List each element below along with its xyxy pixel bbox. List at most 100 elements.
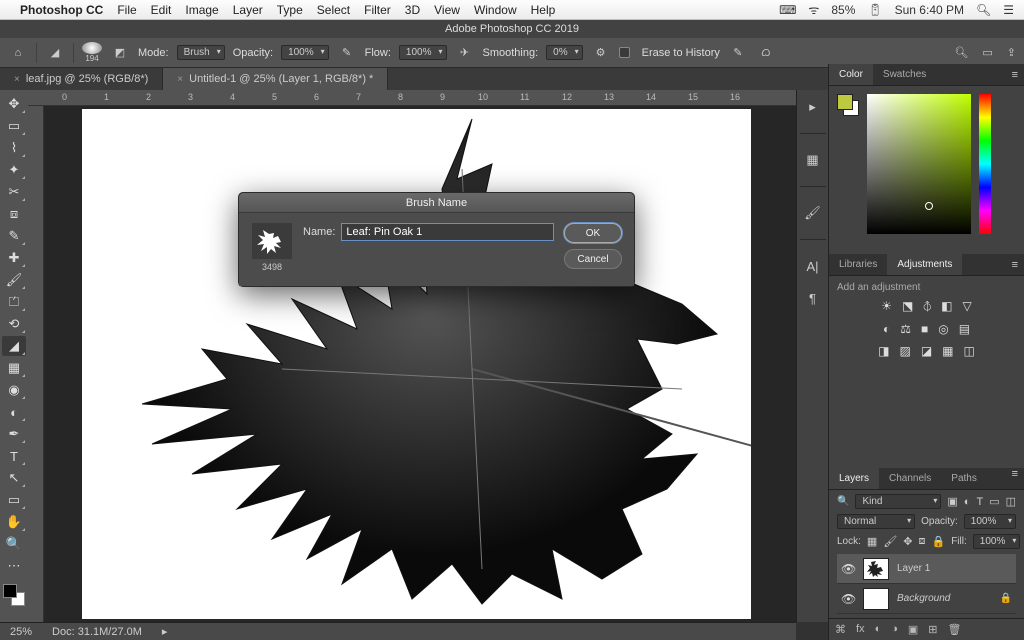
zoom-level[interactable]: 25% [10, 626, 32, 638]
tab-untitled[interactable]: ×Untitled-1 @ 25% (Layer 1, RGB/8*) * [163, 68, 388, 90]
eyedropper-tool[interactable]: ✎ [2, 226, 26, 246]
doc-size[interactable]: Doc: 31.1M/27.0M [52, 626, 142, 638]
pressure-opacity-icon[interactable]: ✎ [337, 43, 357, 63]
workspace-icon[interactable]: ▭ [982, 46, 992, 59]
smoothing-gear-icon[interactable]: ⚙ [591, 43, 611, 63]
opacity-dropdown[interactable]: 100% [281, 45, 329, 60]
color-swatches[interactable] [3, 584, 25, 606]
eraser-icon[interactable]: ◢ [45, 43, 65, 63]
path-select-tool[interactable]: ↖ [2, 468, 26, 488]
panel-menu-icon[interactable]: ≡ [1006, 64, 1024, 85]
lock-nest-icon[interactable]: ⧈ [919, 535, 926, 548]
fx-icon[interactable]: fx [856, 623, 865, 636]
posterize-icon[interactable]: ▨ [899, 344, 910, 358]
visibility-icon[interactable]: 👁 [841, 592, 855, 606]
tab-channels[interactable]: Channels [879, 468, 941, 489]
menu-app[interactable]: Photoshop CC [20, 3, 103, 17]
marquee-tool[interactable]: ▭ [2, 116, 26, 136]
menu-3d[interactable]: 3D [405, 3, 420, 17]
menu-type[interactable]: Type [277, 3, 303, 17]
lock-trans-icon[interactable]: ▦ [867, 535, 877, 548]
layer-opacity-dropdown[interactable]: 100% [964, 514, 1016, 529]
brush-name-input[interactable] [341, 223, 554, 241]
shape-tool[interactable]: ▭ [2, 490, 26, 510]
spotlight-icon[interactable]: 🔍︎ [976, 3, 991, 17]
menu-help[interactable]: Help [531, 3, 556, 17]
tab-swatches[interactable]: Swatches [873, 64, 936, 85]
close-icon[interactable]: × [177, 74, 183, 85]
filter-smart-icon[interactable]: ◫ [1006, 495, 1016, 508]
lock-paint-icon[interactable]: 🖌 [883, 535, 897, 548]
dodge-tool[interactable]: ◐ [2, 402, 26, 422]
move-tool[interactable]: ✥ [2, 94, 26, 114]
canvas[interactable] [82, 109, 751, 619]
curves-icon[interactable]: ⦽ [923, 299, 931, 314]
vibrance-icon[interactable]: ▽ [963, 299, 972, 314]
hue-icon[interactable]: ◐ [883, 322, 890, 336]
keyboard-icon[interactable]: ⌨ [779, 3, 796, 17]
tab-libraries[interactable]: Libraries [829, 254, 887, 275]
menu-extras-icon[interactable]: ☰ [1003, 3, 1014, 17]
expand-icon[interactable]: ▸ [803, 98, 823, 116]
cancel-button[interactable]: Cancel [564, 249, 622, 269]
status-chevron-icon[interactable]: ▸ [162, 625, 168, 638]
menu-edit[interactable]: Edit [151, 3, 172, 17]
quick-select-tool[interactable]: ✦ [2, 160, 26, 180]
stamp-tool[interactable]: ⏍ [2, 292, 26, 312]
ok-button[interactable]: OK [564, 223, 622, 243]
fg-bg-swatch[interactable] [837, 94, 859, 116]
fill-dropdown[interactable]: 100% [973, 534, 1021, 549]
panel-menu-icon[interactable]: ≡ [1006, 254, 1024, 275]
brushes-icon[interactable]: 🖌 [803, 204, 823, 222]
color-field[interactable] [867, 94, 971, 234]
link-icon[interactable]: ⌘ [835, 623, 846, 636]
crop-tool[interactable]: ✂ [2, 182, 26, 202]
color-balance-icon[interactable]: ⚖ [900, 322, 911, 336]
selective-color-icon[interactable]: ◫ [964, 344, 975, 358]
gradient-tool[interactable]: ▦ [2, 358, 26, 378]
paragraph-icon[interactable]: ¶ [803, 289, 823, 307]
edit-toolbar[interactable]: ⋯ [2, 556, 26, 576]
mask-icon[interactable]: ◐ [875, 623, 882, 636]
blur-tool[interactable]: ◉ [2, 380, 26, 400]
lock-pos-icon[interactable]: ✥ [903, 535, 912, 548]
menu-view[interactable]: View [434, 3, 460, 17]
trash-icon[interactable]: 🗑 [948, 623, 962, 636]
erase-history-checkbox[interactable] [619, 47, 630, 58]
smoothing-dropdown[interactable]: 0% [546, 45, 582, 60]
group-icon[interactable]: ▣ [908, 623, 918, 636]
tab-color[interactable]: Color [829, 64, 873, 85]
character-icon[interactable]: A| [803, 257, 823, 275]
kind-filter[interactable]: Kind [855, 494, 941, 509]
brightness-icon[interactable]: ☀ [881, 299, 892, 314]
close-icon[interactable]: × [14, 74, 20, 85]
pressure-size-icon[interactable]: ✎ [728, 43, 748, 63]
filter-shape-icon[interactable]: ▭ [989, 495, 999, 508]
channel-mixer-icon[interactable]: ▤ [959, 322, 970, 336]
symmetry-icon[interactable]: ᜊ [756, 43, 776, 63]
wifi-icon[interactable]: ᯤ [808, 1, 819, 18]
photo-filter-icon[interactable]: ◎ [938, 322, 948, 336]
menu-layer[interactable]: Layer [233, 3, 263, 17]
panel-menu-icon[interactable]: ≡ [1006, 468, 1024, 489]
brush-tool[interactable]: 🖌 [2, 270, 26, 290]
zoom-tool[interactable]: 🔍 [2, 534, 26, 554]
tab-leaf[interactable]: ×leaf.jpg @ 25% (RGB/8*) [0, 68, 163, 90]
invert-icon[interactable]: ◨ [878, 344, 889, 358]
adj-layer-icon[interactable]: ◑ [891, 623, 898, 636]
bw-icon[interactable]: ■ [921, 322, 928, 336]
brush-preview-icon[interactable] [82, 42, 102, 54]
layer-item-background[interactable]: 👁 Background 🔒 [837, 584, 1016, 614]
lasso-tool[interactable]: ⌇ [2, 138, 26, 158]
frame-tool[interactable]: ⧈ [2, 204, 26, 224]
blend-mode-dropdown[interactable]: Normal [837, 514, 915, 529]
healing-tool[interactable]: ✚ [2, 248, 26, 268]
airbrush-icon[interactable]: ✈ [455, 43, 475, 63]
hue-slider[interactable] [979, 94, 991, 234]
mode-dropdown[interactable]: Brush [177, 45, 225, 60]
menu-window[interactable]: Window [474, 3, 517, 17]
menu-filter[interactable]: Filter [364, 3, 391, 17]
hand-tool[interactable]: ✋ [2, 512, 26, 532]
layer-item-layer1[interactable]: 👁 Layer 1 [837, 554, 1016, 584]
filter-pixel-icon[interactable]: ▣ [947, 495, 957, 508]
